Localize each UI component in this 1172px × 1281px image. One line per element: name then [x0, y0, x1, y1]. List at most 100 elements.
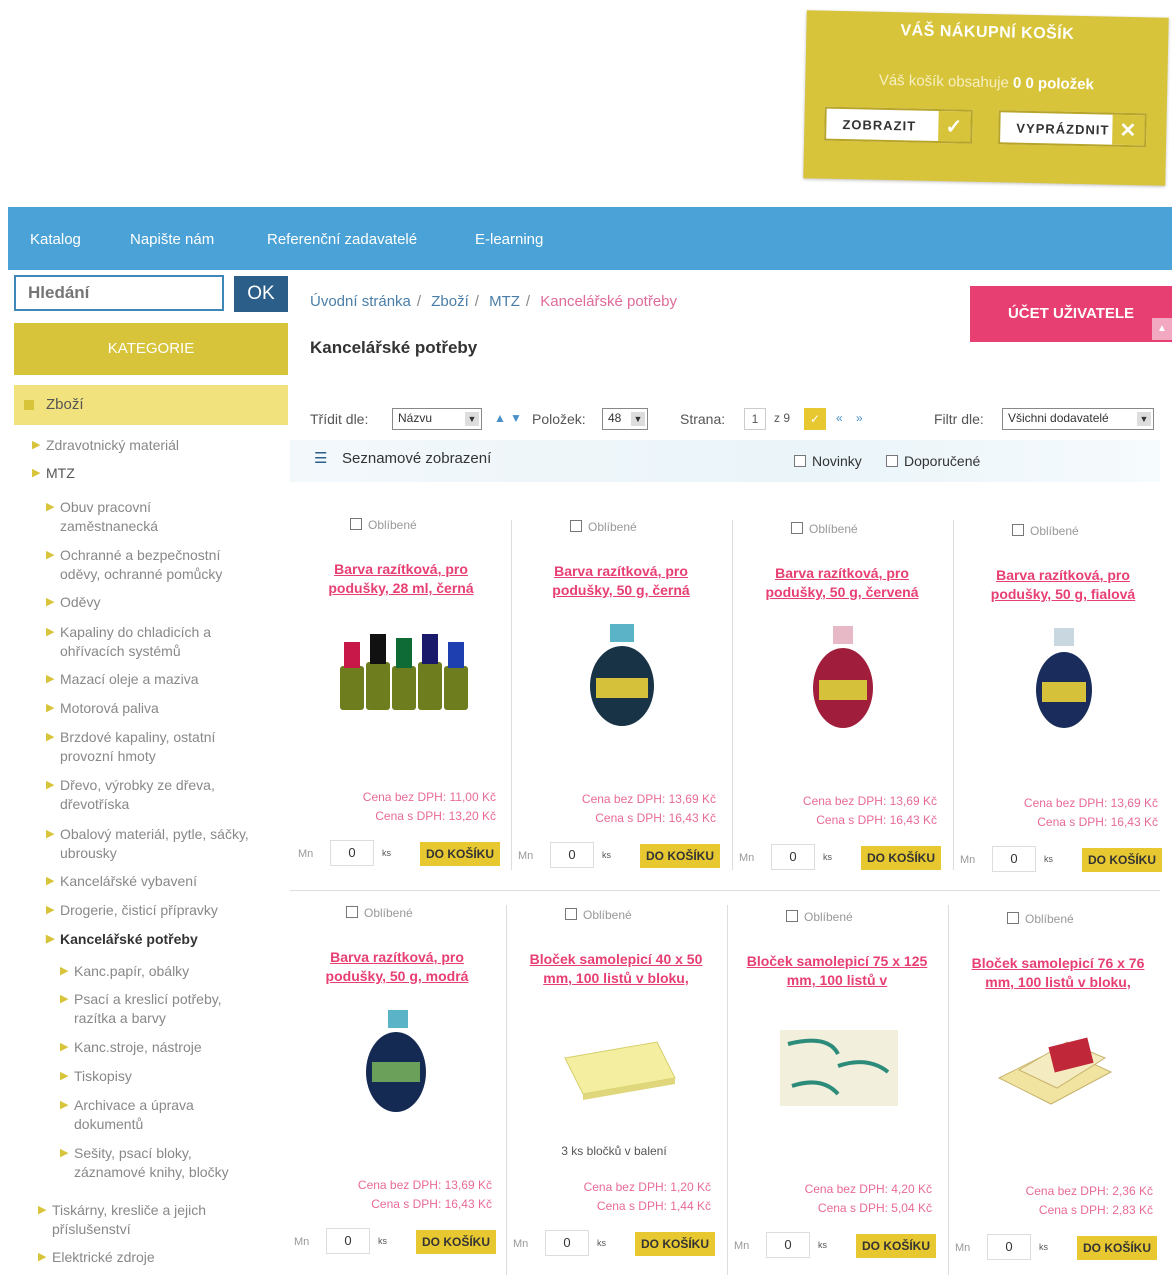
sidebar-item[interactable]: ▶ Ochranné a bezpečnostní oděvy, ochranné… — [46, 546, 260, 584]
view-band: ☰ Seznamové zobrazení Novinky Doporučené — [290, 440, 1160, 482]
qty-input[interactable]: 0 — [992, 846, 1036, 872]
checkbox-icon — [570, 520, 582, 532]
sidebar-item[interactable]: ▶ Elektrické zdroje — [38, 1248, 252, 1267]
favorite-checkbox[interactable]: Oblíbené — [786, 910, 853, 924]
sidebar-root-zbozi[interactable]: Zboží — [14, 385, 288, 425]
arrow-right-icon: ▶ — [60, 993, 69, 1005]
sidebar-item-active[interactable]: ▶ Kancelářské potřeby — [46, 930, 270, 949]
favorite-checkbox[interactable]: Oblíbené — [565, 908, 632, 922]
product-link[interactable]: Barva razítková, pro podušky, 50 g, modr… — [298, 948, 496, 986]
product-link[interactable]: Barva razítková, pro podušky, 50 g, červ… — [743, 564, 941, 602]
qty-input[interactable]: 0 — [326, 1228, 370, 1254]
sidebar-subitem[interactable]: ▶ Kanc.papír, obálky — [60, 962, 274, 981]
qty-label: Mn — [739, 852, 755, 864]
qty-input[interactable]: 0 — [550, 842, 594, 868]
breadcrumb-link[interactable]: MTZ — [489, 293, 520, 310]
favorite-checkbox[interactable]: Oblíbené — [570, 520, 637, 534]
cart-empty-button[interactable]: VYPRÁZDNIT ✕ — [998, 110, 1147, 148]
page-next-icon[interactable]: » — [856, 411, 863, 425]
page-input[interactable]: 1 — [744, 408, 766, 430]
list-view-toggle[interactable]: ☰ Seznamové zobrazení — [314, 449, 491, 467]
arrow-right-icon: ▶ — [46, 702, 55, 714]
qty-label: Mn — [513, 1238, 529, 1250]
breadcrumb-link[interactable]: Úvodní stránka — [310, 293, 411, 310]
product-link[interactable]: Barva razítková, pro podušky, 50 g, čern… — [522, 562, 720, 600]
sidebar-subitem[interactable]: ▶ Kanc.stroje, nástroje — [60, 1038, 274, 1057]
sidebar-item[interactable]: ▶ Obuv pracovní zaměstnanecká — [46, 498, 200, 536]
sidebar-item[interactable]: ▶ Brzdové kapaliny, ostatní provozní hmot… — [46, 728, 260, 766]
add-to-cart-button[interactable]: DO KOŠÍKU — [420, 842, 500, 866]
qty-input[interactable]: 0 — [330, 840, 374, 866]
unit-label: ks — [602, 850, 611, 860]
cart-empty-label: VYPRÁZDNIT — [1016, 120, 1110, 138]
favorite-checkbox[interactable]: Oblíbené — [1012, 524, 1079, 538]
qty-input[interactable]: 0 — [545, 1230, 589, 1256]
search-input[interactable] — [14, 275, 224, 311]
unit-label: ks — [378, 1236, 387, 1246]
nav-item-napiste-nam[interactable]: Napište nám — [130, 231, 214, 248]
recommended-checkbox[interactable]: Doporučené — [886, 453, 980, 469]
sidebar-subitem[interactable]: ▶ Archivace a úprava dokumentů — [60, 1096, 224, 1134]
sidebar-item[interactable]: ▶ MTZ — [32, 464, 266, 483]
product-link[interactable]: Bloček samolepicí 40 x 50 mm, 100 listů … — [517, 950, 715, 988]
sidebar-item[interactable]: ▶ Mazací oleje a maziva — [46, 670, 260, 689]
sort-select[interactable]: Názvu ▼ — [392, 408, 482, 430]
sidebar-subitem[interactable]: ▶ Tiskopisy — [60, 1067, 274, 1086]
sidebar-item[interactable]: ▶ Motorová paliva — [46, 699, 260, 718]
favorite-checkbox[interactable]: Oblíbené — [1007, 912, 1074, 926]
sidebar-item[interactable]: ▶ Kapaliny do chladicích a ohřívacích sys… — [46, 623, 250, 661]
cart-show-button[interactable]: ZOBRAZIT ✓ — [824, 106, 973, 144]
unit-label: ks — [382, 848, 391, 858]
breadcrumb-link[interactable]: Zboží — [431, 293, 469, 310]
qty-input[interactable]: 0 — [771, 844, 815, 870]
unit-label: ks — [818, 1240, 827, 1250]
account-label: ÚČET UŽIVATELE — [1007, 305, 1135, 322]
search-ok-button[interactable]: OK — [234, 276, 288, 312]
arrow-right-icon: ▶ — [46, 673, 55, 685]
price-incl: Cena s DPH: 13,20 Kč — [375, 809, 496, 823]
sidebar-item[interactable]: ▶ Tiskárny, kresliče a jejich příslušenst… — [38, 1201, 252, 1239]
page-prev-icon[interactable]: « — [836, 411, 843, 425]
sidebar-item[interactable]: ▶ Kancelářské vybavení — [46, 872, 270, 891]
add-to-cart-button[interactable]: DO KOŠÍKU — [856, 1234, 936, 1258]
qty-input[interactable]: 0 — [766, 1232, 810, 1258]
sidebar-item[interactable]: ▶ Obalový materiál, pytle, sáčky, ubrousk… — [46, 825, 285, 863]
new-checkbox[interactable]: Novinky — [794, 453, 862, 469]
sidebar-item[interactable]: ▶ Oděvy — [46, 593, 260, 612]
items-select[interactable]: 48 ▼ — [602, 408, 648, 430]
items-label: Položek: — [532, 411, 586, 427]
sort-asc-icon[interactable]: ▲ — [494, 411, 506, 425]
favorite-checkbox[interactable]: Oblíbené — [350, 518, 417, 532]
qty-input[interactable]: 0 — [987, 1234, 1031, 1260]
sidebar-subitem[interactable]: ▶ Psací a kreslicí potřeby, razítka a bar… — [60, 990, 249, 1028]
sort-desc-icon[interactable]: ▼ — [510, 411, 522, 425]
add-to-cart-button[interactable]: DO KOŠÍKU — [416, 1230, 496, 1254]
add-to-cart-button[interactable]: DO KOŠÍKU — [635, 1232, 715, 1256]
chevron-up-icon: ▲ — [1152, 318, 1172, 340]
cart-count: 0 0 položek — [1012, 74, 1095, 94]
price-incl: Cena s DPH: 2,83 Kč — [1038, 1203, 1153, 1217]
product-link[interactable]: Barva razítková, pro podušky, 50 g, fial… — [964, 566, 1162, 604]
page-go-button[interactable]: ✓ — [804, 408, 826, 430]
add-to-cart-button[interactable]: DO KOŠÍKU — [1082, 848, 1162, 872]
product-link[interactable]: Bloček samolepicí 76 x 76 mm, 100 listů … — [959, 954, 1157, 992]
nav-item-referencni-zadavatele[interactable]: Referenční zadavatelé — [267, 231, 417, 248]
favorite-checkbox[interactable]: Oblíbené — [346, 906, 413, 920]
add-to-cart-button[interactable]: DO KOŠÍKU — [1077, 1236, 1157, 1260]
account-button[interactable]: ÚČET UŽIVATELE ▲ — [970, 286, 1172, 342]
arrow-right-icon: ▶ — [38, 1251, 47, 1263]
favorite-checkbox[interactable]: Oblíbené — [791, 522, 858, 536]
sidebar-item[interactable]: ▶ Zdravotnický materiál — [32, 436, 266, 455]
product-image — [813, 626, 873, 728]
nav-item-e-learning[interactable]: E-learning — [475, 231, 543, 248]
filter-select[interactable]: Všichni dodavatelé ▼ — [1002, 408, 1154, 430]
nav-item-katalog[interactable]: Katalog — [30, 231, 81, 248]
product-link[interactable]: Barva razítková, pro podušky, 28 ml, čer… — [302, 560, 500, 598]
product-link[interactable]: Bloček samolepicí 75 x 125 mm, 100 listů… — [738, 952, 936, 990]
sidebar-subitem[interactable]: ▶ Sešity, psací bloky, záznamové knihy, b… — [60, 1144, 254, 1182]
arrow-right-icon: ▶ — [60, 1147, 69, 1159]
add-to-cart-button[interactable]: DO KOŠÍKU — [640, 844, 720, 868]
sidebar-item[interactable]: ▶ Dřevo, výrobky ze dřeva, dřevotříska — [46, 776, 250, 814]
sidebar-item[interactable]: ▶ Drogerie, čisticí přípravky — [46, 901, 270, 920]
add-to-cart-button[interactable]: DO KOŠÍKU — [861, 846, 941, 870]
